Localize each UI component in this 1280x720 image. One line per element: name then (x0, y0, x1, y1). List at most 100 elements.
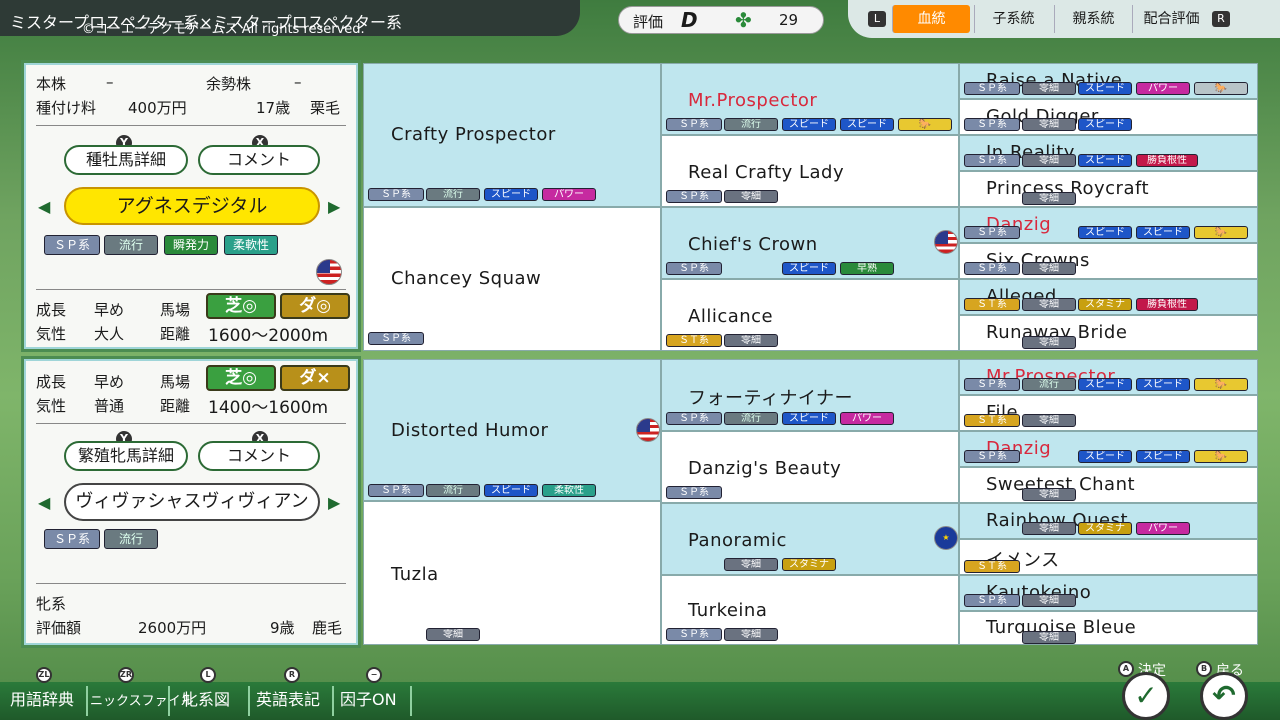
sire-comment-button[interactable]: コメント (198, 145, 320, 175)
pedigree-cell-g3-7[interactable]: Alleged ＳＴ系 零細 スタミナ 勝負根性 (959, 279, 1258, 315)
pedigree-cell-g3-16[interactable]: Turquoise Bleue 零細 (959, 611, 1258, 645)
tag: 零細 (1022, 262, 1076, 275)
tag: 零細 (724, 628, 778, 641)
tab-parent-lineage[interactable]: 親系統 (1054, 5, 1132, 33)
pedigree-cell-sire-sire[interactable]: Crafty Prospector ＳＰ系 流行 スピード パワー (363, 63, 661, 207)
sire-name-button[interactable]: アグネスデジタル (64, 187, 320, 225)
tag: パワー (1136, 522, 1190, 535)
prev-arrow-icon[interactable]: ◀ (38, 197, 50, 216)
tag: 柔軟性 (542, 484, 596, 497)
tag: スタミナ (1078, 522, 1132, 535)
track-label: 馬場 (160, 301, 191, 319)
pedigree-cell-g3-9[interactable]: Mr.Prospector ＳＰ系 流行 スピード スピード 🐎 (959, 359, 1258, 395)
tag: スタミナ (782, 558, 836, 571)
tag: 零細 (1022, 118, 1076, 131)
tag: ＳＰ系 (964, 82, 1020, 95)
growth-label: 成長 (36, 301, 67, 319)
factor-toggle-button[interactable]: 因子ON (340, 686, 397, 710)
dam-detail-button[interactable]: 繁殖牝馬詳細 (64, 441, 188, 471)
pedigree-cell-g3-14[interactable]: イメンス ＳＴ系 (959, 539, 1258, 575)
horse-name: Danzig's Beauty (688, 458, 842, 479)
pedigree-cell-g2-2[interactable]: Real Crafty Lady ＳＰ系 零細 (661, 135, 959, 207)
pedigree-cell-g2-3[interactable]: Chief's Crown ＳＰ系 スピード 早熟 (661, 207, 959, 279)
dam-name-button[interactable]: ヴィヴァシャスヴィヴィアン (64, 483, 320, 521)
sire-panel: 本株 – 余勢株 – 種付け料 400万円 17歳 栗毛 Y X 種牡馬詳細 コ… (24, 63, 358, 349)
eval-grade: D (681, 8, 698, 32)
pedigree-cell-g3-13[interactable]: Rainbow Quest 零細 スタミナ パワー (959, 503, 1258, 539)
tag: ＳＴ系 (964, 560, 1020, 573)
pedigree-cell-g2-6[interactable]: Danzig's Beauty ＳＰ系 (661, 431, 959, 503)
pedigree-cell-g3-15[interactable]: Kautokeino ＳＰ系 零細 (959, 575, 1258, 611)
nicks-file-button[interactable]: ニックスファイル (90, 690, 194, 709)
english-notation-button[interactable]: 英語表記 (256, 686, 320, 710)
tag: スピード (1078, 378, 1132, 391)
pedigree-cell-g2-1[interactable]: Mr.Prospector ＳＰ系 流行 スピード スピード 🐎 (661, 63, 959, 135)
next-arrow-icon[interactable]: ▶ (328, 493, 340, 512)
tab-pedigree[interactable]: 血統 (892, 5, 970, 33)
fee-label: 種付け料 (36, 99, 97, 117)
sire-detail-button[interactable]: 種牡馬詳細 (64, 145, 188, 175)
pedigree-cell-g2-5[interactable]: フォーティナイナー ＳＰ系 流行 スピード パワー (661, 359, 959, 431)
horse-name: Distorted Humor (391, 420, 549, 441)
pedigree-cell-dam-sire[interactable]: Distorted Humor ＳＰ系 流行 スピード 柔軟性 (363, 359, 661, 501)
tag: 零細 (1022, 414, 1076, 427)
divider (248, 686, 250, 716)
dirt-rating: ダ◎ (280, 293, 350, 319)
tag: 勝負根性 (1136, 298, 1198, 311)
glossary-button[interactable]: 用語辞典 (10, 686, 74, 710)
tag: スピード (782, 262, 836, 275)
usa-flag-icon (636, 418, 660, 442)
tag: ＳＰ系 (964, 262, 1020, 275)
prev-arrow-icon[interactable]: ◀ (38, 493, 50, 512)
divider (36, 289, 346, 290)
dam-comment-button[interactable]: コメント (198, 441, 320, 471)
sire-tag-burst: 瞬発力 (164, 235, 218, 255)
tag: スピード (1136, 378, 1190, 391)
next-arrow-icon[interactable]: ▶ (328, 197, 340, 216)
pedigree-cell-g3-1[interactable]: Raise a Native ＳＰ系 零細 スピード パワー 🐎 (959, 63, 1258, 99)
turf-rating: 芝◎ (206, 293, 276, 319)
a-button-icon: A (1118, 661, 1134, 677)
divider (168, 686, 170, 716)
zr-button-icon: ZR (118, 667, 134, 683)
pedigree-cell-dam-dam[interactable]: Tuzla 零細 (363, 501, 661, 645)
horse-icon: 🐎 (1194, 226, 1248, 239)
divider (36, 423, 346, 424)
temper-value: 普通 (94, 397, 125, 415)
pedigree-cell-g3-8[interactable]: Runaway Bride 零細 (959, 315, 1258, 351)
pedigree-cell-g3-3[interactable]: In Reality ＳＰ系 零細 スピード 勝負根性 (959, 135, 1258, 171)
pedigree-cell-g3-12[interactable]: Sweetest Chant 零細 (959, 467, 1258, 503)
divider (410, 686, 412, 716)
tag: ＳＰ系 (666, 486, 722, 499)
tag: ＳＰ系 (368, 332, 424, 345)
female-line-chart-button[interactable]: 牝系図 (182, 686, 230, 710)
tag: ＳＰ系 (964, 594, 1020, 607)
tag: 流行 (1022, 378, 1076, 391)
horse-name: Chancey Squaw (391, 268, 542, 289)
pedigree-cell-g2-7[interactable]: Panoramic ★ 零細 スタミナ (661, 503, 959, 575)
tab-mating-eval[interactable]: 配合評価 (1132, 5, 1210, 33)
tag: 零細 (1022, 522, 1076, 535)
l-button-icon: L (200, 667, 216, 683)
pedigree-cell-g2-8[interactable]: Turkeina ＳＰ系 零細 (661, 575, 959, 645)
tag: 早熟 (840, 262, 894, 275)
temper-label: 気性 (36, 325, 67, 343)
divider (36, 583, 346, 584)
pedigree-cell-g3-6[interactable]: Six Crowns ＳＰ系 零細 (959, 243, 1258, 279)
confirm-check-button[interactable]: ✓ (1122, 672, 1170, 720)
usa-flag-icon (316, 259, 342, 285)
pedigree-cell-g3-2[interactable]: Gold Digger ＳＰ系 零細 スピード (959, 99, 1258, 135)
tab-sub-lineage[interactable]: 子系統 (974, 5, 1052, 33)
l-button-icon: L (868, 11, 886, 27)
tag: ＳＰ系 (368, 484, 424, 497)
pedigree-cell-g3-4[interactable]: Princess Roycraft 零細 (959, 171, 1258, 207)
pedigree-cell-g3-5[interactable]: Danzig ＳＰ系 スピード スピード 🐎 (959, 207, 1258, 243)
tag: スピード (1078, 450, 1132, 463)
pedigree-cell-g2-4[interactable]: Allicance ＳＴ系 零細 (661, 279, 959, 351)
pedigree-cell-sire-dam[interactable]: Chancey Squaw ＳＰ系 (363, 207, 661, 351)
pedigree-cell-g3-11[interactable]: Danzig ＳＰ系 スピード スピード 🐎 (959, 431, 1258, 467)
evaluation-box: 評価 D ✤ 29 (618, 6, 824, 34)
back-arrow-button[interactable]: ↶ (1200, 672, 1248, 720)
tag: ＳＴ系 (666, 334, 722, 347)
pedigree-cell-g3-10[interactable]: File ＳＴ系 零細 (959, 395, 1258, 431)
